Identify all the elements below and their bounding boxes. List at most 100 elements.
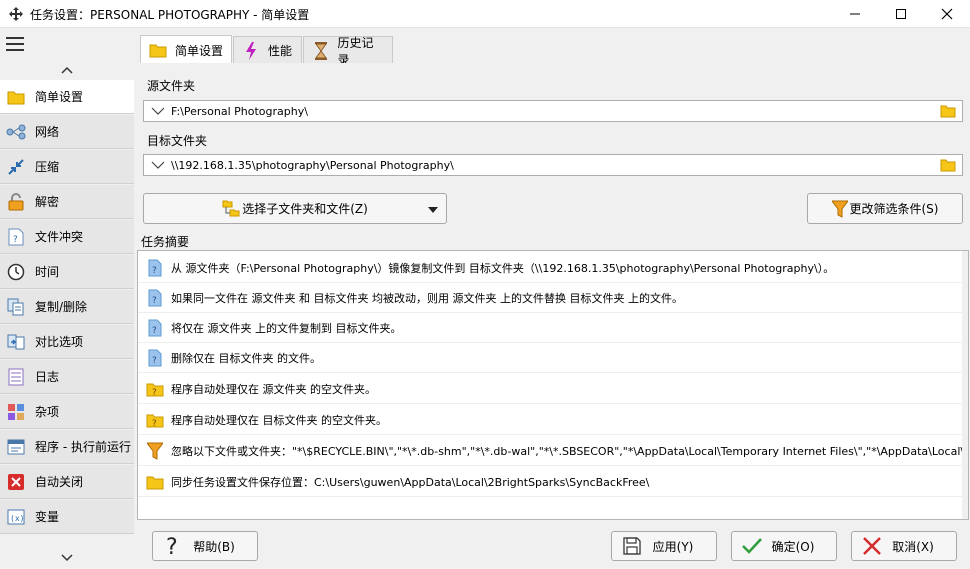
sidebar-item-compress[interactable]: 压缩 <box>0 150 134 184</box>
chevron-down-icon <box>61 554 73 562</box>
sidebar-item-variables[interactable]: (x) 变量 <box>0 500 134 534</box>
title-bar: 任务设置：PERSONAL PHOTOGRAPHY - 简单设置 <box>0 0 970 28</box>
lightning-icon <box>242 41 260 60</box>
sidebar-item-label: 解密 <box>35 195 60 209</box>
sidebar-item-time[interactable]: 时间 <box>0 255 134 289</box>
tab-label: 简单设置 <box>175 43 224 58</box>
sidebar-scroll-down[interactable] <box>0 550 134 566</box>
task-summary-label: 任务摘要 <box>141 235 190 249</box>
filter-icon <box>831 200 848 218</box>
lock-icon <box>6 192 26 212</box>
sidebar-item-file-conflict[interactable]: ? 文件冲突 <box>0 220 134 254</box>
sidebar-item-compare[interactable]: 对比选项 <box>0 325 134 359</box>
list-item: ? 删除仅在 目标文件夹 的文件。 <box>138 343 962 373</box>
hourglass-icon <box>312 41 329 60</box>
summary-scrollbar[interactable] <box>962 251 968 519</box>
destination-folder-label: 目标文件夹 <box>147 134 208 148</box>
change-filter-button[interactable]: 更改筛选条件(S) <box>807 193 963 224</box>
ok-button[interactable]: 确定(O) <box>731 531 837 561</box>
maximize-button[interactable] <box>878 0 924 28</box>
svg-text:?: ? <box>152 296 157 306</box>
checkmark-icon <box>740 534 764 558</box>
list-item: ? 程序自动处理仅在 源文件夹 的空文件夹。 <box>138 374 962 404</box>
cancel-label: 取消(X) <box>892 539 934 554</box>
ok-label: 确定(O) <box>771 539 815 554</box>
help-label: 帮助(B) <box>193 539 235 554</box>
apply-label: 应用(Y) <box>652 539 694 554</box>
sidebar-item-misc[interactable]: 杂项 <box>0 395 134 429</box>
list-item: ? 将仅在 源文件夹 上的文件复制到 目标文件夹。 <box>138 313 962 343</box>
program-icon <box>6 437 26 457</box>
minimize-button[interactable] <box>832 0 878 28</box>
sidebar-item-copy-delete[interactable]: 复制/删除 <box>0 290 134 324</box>
sidebar-item-label: 杂项 <box>35 405 60 419</box>
sidebar-item-label: 压缩 <box>35 160 60 174</box>
sidebar-item-decrypt[interactable]: 解密 <box>0 185 134 219</box>
sidebar-item-network[interactable]: 网络 <box>0 115 134 149</box>
task-summary-list: ? 从 源文件夹（F:\Personal Photography\）镜像复制文件… <box>137 250 969 520</box>
compare-icon <box>6 332 26 352</box>
sidebar-item-label: 对比选项 <box>35 335 84 349</box>
svg-text:?: ? <box>152 388 157 397</box>
list-item: ? 如果同一文件在 源文件夹 和 目标文件夹 均被改动，则用 源文件夹 上的文件… <box>138 283 962 313</box>
destination-folder-field[interactable]: \\192.168.1.35\photography\Personal Phot… <box>143 154 963 176</box>
list-item: ? 从 源文件夹（F:\Personal Photography\）镜像复制文件… <box>138 253 962 283</box>
minimize-icon <box>850 13 860 15</box>
sidebar-item-log[interactable]: 日志 <box>0 360 134 394</box>
tab-history[interactable]: 历史记录 <box>303 36 393 67</box>
close-icon <box>941 8 953 20</box>
sidebar-item-label: 文件冲突 <box>35 230 84 244</box>
list-item: ? 程序自动处理仅在 目标文件夹 的空文件夹。 <box>138 405 962 435</box>
select-subfolders-button[interactable]: 选择子文件夹和文件(Z) <box>143 193 447 224</box>
destination-folder-value: \\192.168.1.35\photography\Personal Phot… <box>171 158 454 172</box>
compress-icon <box>6 157 26 177</box>
source-folder-field[interactable]: F:\Personal Photography\ <box>143 100 963 122</box>
source-folder-label: 源文件夹 <box>147 79 196 93</box>
tab-performance[interactable]: 性能 <box>233 36 302 64</box>
chevron-down-icon[interactable] <box>148 101 168 121</box>
tab-simple-settings[interactable]: 简单设置 <box>140 35 232 64</box>
svg-text:?: ? <box>152 326 157 336</box>
help-button[interactable]: ? 帮助(B) <box>152 531 258 561</box>
source-folder-value: F:\Personal Photography\ <box>171 104 308 118</box>
folder-icon <box>149 41 167 59</box>
sidebar-item-label: 简单设置 <box>35 90 84 104</box>
change-filter-label: 更改筛选条件(S) <box>849 202 939 216</box>
folder-question-icon: ? <box>146 380 164 398</box>
dropdown-arrow-icon <box>428 207 438 213</box>
folder-question-icon: ? <box>146 411 164 429</box>
sidebar: 简单设置 网络 压缩 解密 ? 文件冲突 时间 复制/删除 对比选项 日志 杂项… <box>0 28 134 569</box>
sidebar-item-label: 复制/删除 <box>35 300 88 314</box>
file-question-icon: ? <box>6 227 26 247</box>
sidebar-item-auto-close[interactable]: 自动关闭 <box>0 465 134 499</box>
sidebar-item-program-before-run[interactable]: 程序 - 执行前运行 <box>0 430 134 464</box>
svg-text:?: ? <box>13 235 18 245</box>
log-icon <box>6 367 26 387</box>
sidebar-item-label: 网络 <box>35 125 60 139</box>
sidebar-item-label: 程序 - 执行前运行 <box>35 440 131 454</box>
maximize-icon <box>896 9 906 19</box>
variable-icon: (x) <box>6 507 26 527</box>
auto-close-icon <box>6 472 26 492</box>
clock-icon <box>6 262 26 282</box>
doc-question-icon: ? <box>146 319 164 337</box>
save-icon <box>620 534 644 558</box>
hamburger-menu-icon[interactable] <box>6 37 24 51</box>
folder-tree-icon <box>222 200 240 216</box>
misc-icon <box>6 402 26 422</box>
chevron-up-icon <box>61 66 73 74</box>
apply-button[interactable]: 应用(Y) <box>611 531 717 561</box>
sidebar-item-simple-settings[interactable]: 简单设置 <box>0 80 134 114</box>
filter-icon <box>146 442 164 460</box>
cancel-x-icon <box>860 534 884 558</box>
sidebar-item-label: 日志 <box>35 370 60 384</box>
list-item: 同步任务设置文件保存位置：C:\Users\guwen\AppData\Loca… <box>138 467 962 497</box>
folder-browse-icon[interactable] <box>940 103 956 119</box>
close-button[interactable] <box>924 0 970 28</box>
sidebar-scroll-up[interactable] <box>0 62 134 78</box>
window-title: 任务设置：PERSONAL PHOTOGRAPHY - 简单设置 <box>30 8 310 22</box>
folder-browse-icon[interactable] <box>940 157 956 173</box>
chevron-down-icon[interactable] <box>148 155 168 175</box>
cancel-button[interactable]: 取消(X) <box>851 531 957 561</box>
svg-text:?: ? <box>166 535 178 557</box>
